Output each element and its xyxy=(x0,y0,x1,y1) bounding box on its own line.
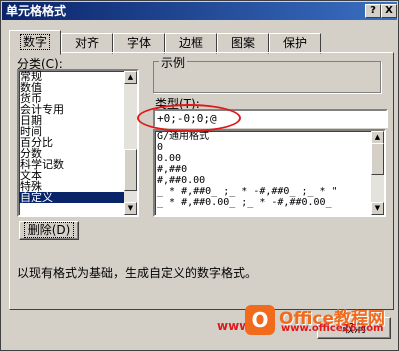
format-scrollbar[interactable]: ▲ ▼ xyxy=(371,131,384,215)
watermark-url: www.office26.com xyxy=(281,323,384,334)
tab-protection[interactable]: 保护 xyxy=(269,33,321,54)
sample-groupbox xyxy=(153,61,381,93)
list-item[interactable]: 0.00 xyxy=(155,153,384,164)
tab-border[interactable]: 边框 xyxy=(165,33,217,54)
tab-alignment[interactable]: 对齐 xyxy=(61,33,113,54)
list-item-selected[interactable]: 自定义 xyxy=(19,192,137,203)
format-listbox[interactable]: G/通用格式 0 0.00 #,##0 #,##0.00 _ * #,##0_ … xyxy=(153,129,386,217)
list-item[interactable]: #,##0.00 xyxy=(155,175,384,186)
description-text: 以现有格式为基础，生成自定义的数字格式。 xyxy=(17,266,258,280)
tab-number[interactable]: 数字 xyxy=(9,30,61,55)
tab-font[interactable]: 字体 xyxy=(113,33,165,54)
list-item[interactable]: 0 xyxy=(155,142,384,153)
scroll-down-icon[interactable]: ▼ xyxy=(371,202,384,215)
list-item[interactable]: _ * #,##0.00_ ;_ * -#,##0.00_ xyxy=(155,197,384,208)
scroll-down-icon[interactable]: ▼ xyxy=(124,202,137,215)
scroll-up-icon[interactable]: ▲ xyxy=(124,71,137,84)
format-cells-dialog: 单元格格式 ? X 数字 对齐 字体 边框 图案 保护 分类(C): 常规 数值… xyxy=(0,0,399,351)
office-logo-icon: O xyxy=(245,305,275,335)
list-item[interactable]: _ * #,##0_ ;_ * -#,##0_ ;_ * " xyxy=(155,186,384,197)
window-title: 单元格格式 xyxy=(6,4,67,18)
category-scrollbar[interactable]: ▲ ▼ xyxy=(124,71,137,215)
sample-label: 示例 xyxy=(159,54,188,71)
list-item[interactable]: #,##0 xyxy=(155,164,384,175)
list-item[interactable]: G/通用格式 xyxy=(155,131,384,142)
delete-button[interactable]: 删除(D) xyxy=(19,221,79,240)
category-listbox[interactable]: 常规 数值 货币 会计专用 日期 时间 百分比 分数 科学记数 文本 特殊 自定… xyxy=(17,69,139,217)
scroll-thumb[interactable] xyxy=(124,149,137,191)
highlight-ellipse xyxy=(137,104,241,132)
scroll-thumb[interactable] xyxy=(371,143,384,175)
title-bar[interactable]: 单元格格式 ? X xyxy=(2,2,397,20)
help-icon[interactable]: ? xyxy=(365,4,381,18)
close-icon[interactable]: X xyxy=(381,4,397,18)
tab-patterns[interactable]: 图案 xyxy=(217,33,269,54)
